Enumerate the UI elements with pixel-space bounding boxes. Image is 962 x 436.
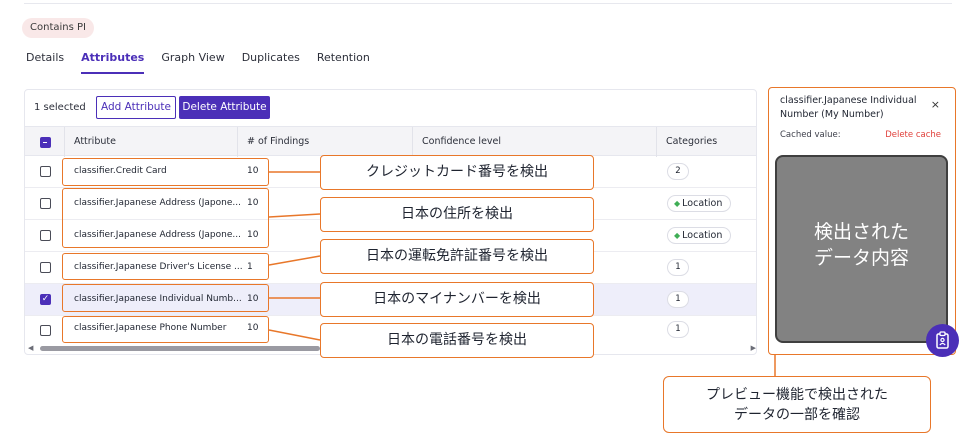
callout-license: 日本の運転免許証番号を検出	[320, 239, 594, 274]
preview-content: 検出された データ内容	[775, 155, 948, 343]
preview-content-line: 検出された	[813, 221, 909, 243]
callout-credit-card: クレジットカード番号を検出	[320, 155, 594, 190]
preview-title: classifier.Japanese Individual Number (M…	[780, 95, 917, 120]
clipboard-icon	[936, 331, 949, 349]
callout-preview: プレビュー機能で検出された データの一部を確認	[663, 376, 931, 433]
callout-preview-line: データの一部を確認	[734, 407, 860, 423]
close-icon[interactable]: ×	[931, 98, 940, 111]
callout-address: 日本の住所を検出	[320, 197, 594, 232]
clipboard-fab-button[interactable]	[926, 324, 959, 357]
delete-cache-link[interactable]: Delete cache	[885, 130, 941, 140]
callout-phone: 日本の電話番号を検出	[320, 323, 594, 358]
callout-my-number: 日本のマイナンバーを検出	[320, 282, 594, 317]
preview-panel: classifier.Japanese Individual Number (M…	[768, 87, 956, 355]
callout-preview-line: プレビュー機能で検出された	[706, 387, 888, 403]
preview-content-line: データ内容	[813, 247, 909, 269]
cached-value-label: Cached value:	[780, 130, 841, 140]
